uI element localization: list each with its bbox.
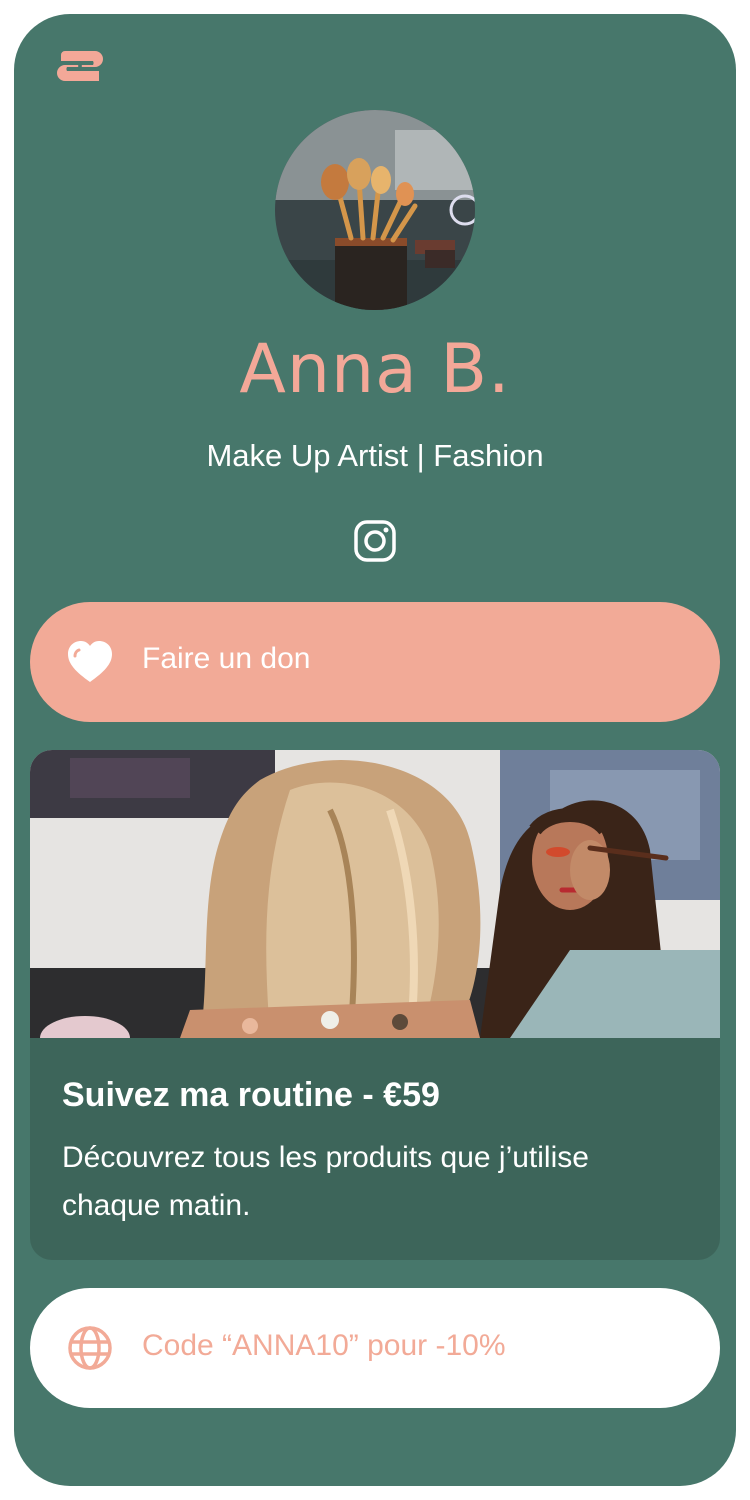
heart-icon [68,641,112,682]
profile-card: Anna B. Make Up Artist | Fashion Faire u… [14,14,736,1486]
product-card[interactable]: Suivez ma routine - €59 Découvrez tous l… [30,750,720,1260]
donate-button-label: Faire un don [142,642,311,675]
promo-code-label: Code “ANNA10” pour -10% [142,1329,506,1362]
s-logo-icon[interactable] [55,47,105,85]
promo-code-button[interactable]: Code “ANNA10” pour -10% [30,1288,720,1408]
profile-bio: Make Up Artist | Fashion [206,438,544,473]
product-title: Suivez ma routine - €59 [62,1076,440,1114]
donate-button[interactable]: Faire un don [30,602,720,722]
product-description: Découvrez tous les produits que j’utilis… [62,1141,589,1222]
instagram-icon[interactable] [353,519,397,563]
globe-icon [68,1326,112,1370]
makeup-brushes-photo [275,110,475,310]
profile-name: Anna B. [239,330,511,409]
makeup-application-photo [30,750,720,1038]
avatar [275,110,475,310]
